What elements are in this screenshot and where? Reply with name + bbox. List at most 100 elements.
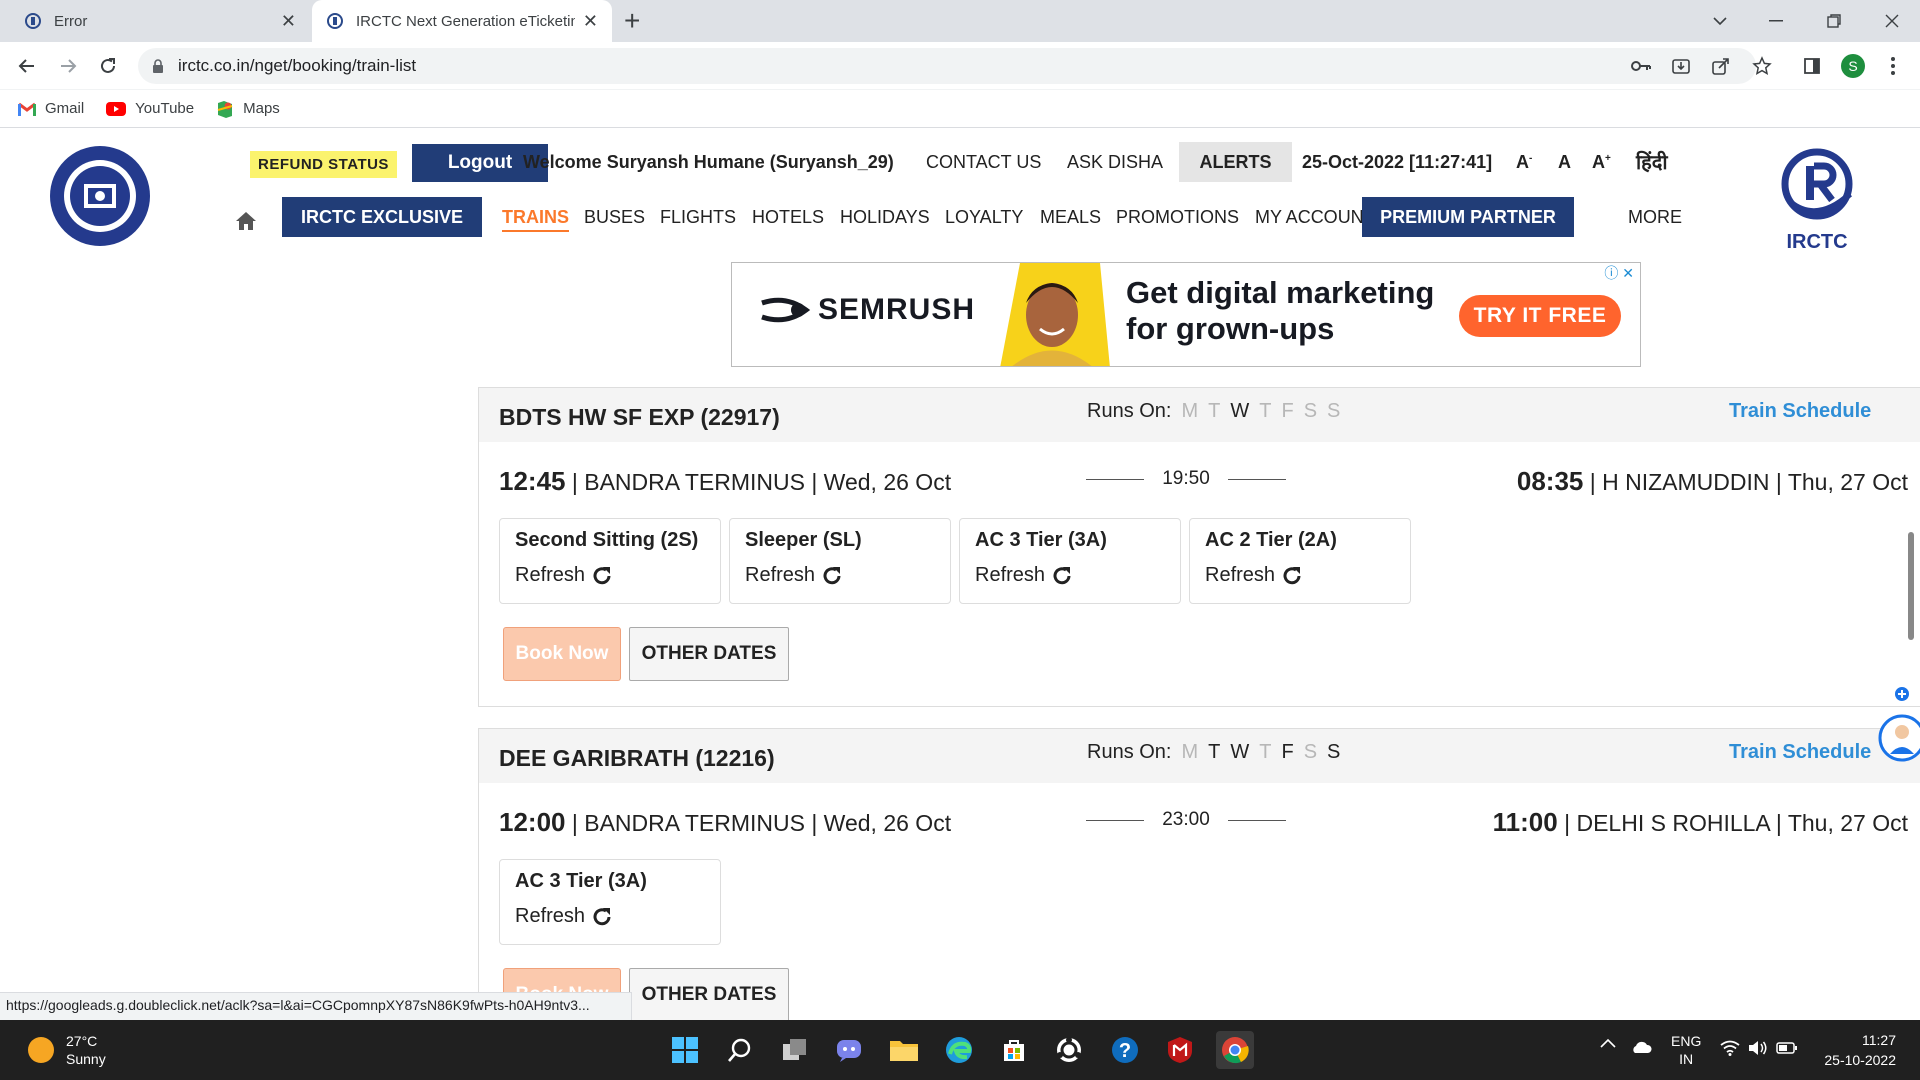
restore-icon[interactable] [1806, 0, 1862, 42]
other-dates-button[interactable]: OTHER DATES [629, 627, 789, 681]
nav-flights[interactable]: FLIGHTS [660, 207, 736, 228]
refund-status-button[interactable]: REFUND STATUS [250, 151, 397, 178]
refresh-button[interactable]: Refresh [1205, 564, 1395, 587]
nav-promotions[interactable]: PROMOTIONS [1116, 207, 1239, 228]
semrush-brand-text: SEMRUSH [818, 293, 976, 326]
search-icon[interactable] [721, 1031, 759, 1069]
bookmark-star-icon[interactable] [1747, 51, 1777, 81]
teams-chat-icon[interactable] [830, 1031, 868, 1069]
irctc-exclusive-button[interactable]: IRCTC EXCLUSIVE [282, 197, 482, 237]
battery-icon[interactable] [1776, 1041, 1798, 1055]
new-tab-plus-icon[interactable]: + [624, 6, 640, 36]
class-3a-card[interactable]: AC 3 Tier (3A) Refresh [499, 859, 721, 945]
microsoft-store-icon[interactable] [995, 1031, 1033, 1069]
side-panel-icon[interactable] [1797, 51, 1827, 81]
key-icon[interactable] [1626, 51, 1656, 81]
day-mon: M [1181, 741, 1199, 763]
current-datetime: 25-Oct-2022 [11:27:41] [1302, 152, 1493, 172]
day-tue: T [1208, 400, 1221, 422]
irctc-favicon-icon [25, 13, 41, 29]
kebab-menu-icon[interactable] [1878, 51, 1908, 81]
book-now-button[interactable]: Book Now [503, 627, 621, 681]
ad-slogan: Get digital marketing for grown-ups [1126, 275, 1434, 347]
close-window-icon[interactable] [1864, 0, 1920, 42]
refresh-button[interactable]: Refresh [515, 905, 705, 928]
help-icon[interactable]: ? [1106, 1031, 1144, 1069]
ubuntu-app-icon[interactable] [1050, 1031, 1088, 1069]
nav-hotels[interactable]: HOTELS [752, 207, 824, 228]
tab-close-icon[interactable]: ✕ [281, 11, 296, 32]
semrush-ad-banner[interactable]: SEMRUSH Get digital marketing for grown-… [731, 262, 1641, 367]
font-size-increase[interactable]: A+ [1592, 152, 1611, 173]
refresh-button[interactable]: Refresh [515, 564, 705, 587]
bookmark-maps[interactable]: Maps [216, 100, 280, 118]
language-indicator[interactable]: ENG IN [1671, 1032, 1701, 1068]
ask-disha-chatbot-icon[interactable] [1876, 686, 1920, 764]
forward-arrow-icon[interactable] [53, 51, 83, 81]
arrival-station: | H NIZAMUDDIN | Thu, 27 Oct [1583, 469, 1908, 495]
ask-disha-link[interactable]: ASK DISHA [1067, 152, 1163, 173]
nav-trains[interactable]: TRAINS [502, 207, 569, 232]
profile-avatar[interactable]: S [1838, 51, 1868, 81]
share-icon[interactable] [1706, 51, 1736, 81]
address-bar[interactable]: irctc.co.in/nget/booking/train-list [138, 48, 1756, 84]
minimize-icon[interactable] [1748, 0, 1804, 42]
edge-browser-icon[interactable] [940, 1031, 978, 1069]
tab-error[interactable]: Error ✕ [10, 0, 310, 42]
class-3a-card[interactable]: AC 3 Tier (3A) Refresh [959, 518, 1181, 604]
page-scrollbar-thumb[interactable] [1908, 532, 1914, 640]
class-sl-card[interactable]: Sleeper (SL) Refresh [729, 518, 951, 604]
indian-railways-logo[interactable] [48, 144, 152, 248]
other-dates-button[interactable]: OTHER DATES [629, 968, 789, 1020]
wifi-icon[interactable] [1720, 1040, 1740, 1056]
install-app-icon[interactable] [1666, 51, 1696, 81]
file-explorer-icon[interactable] [885, 1031, 923, 1069]
refresh-button[interactable]: Refresh [745, 564, 935, 587]
train-schedule-link[interactable]: Train Schedule [1729, 400, 1871, 423]
show-hidden-icons-chevron-icon[interactable] [1600, 1038, 1616, 1048]
weather-widget[interactable]: 27°C Sunny [28, 1032, 106, 1068]
departure-time: 12:45 [499, 466, 566, 496]
windows-start-icon[interactable] [666, 1031, 704, 1069]
onedrive-cloud-icon[interactable] [1630, 1040, 1652, 1054]
train-schedule-link[interactable]: Train Schedule [1729, 741, 1871, 764]
nav-more[interactable]: MORE [1628, 207, 1682, 228]
volume-icon[interactable] [1748, 1040, 1768, 1056]
tab-irctc[interactable]: IRCTC Next Generation eTicketing System … [312, 0, 612, 42]
tab-search-chevron-icon[interactable] [1692, 0, 1748, 42]
irctc-logo[interactable]: IRCTC [1770, 144, 1864, 254]
refresh-icon [593, 566, 611, 584]
font-size-decrease[interactable]: A- [1516, 152, 1532, 173]
alerts-button[interactable]: ALERTS [1179, 142, 1292, 182]
nav-loyalty[interactable]: LOYALTY [945, 207, 1023, 228]
try-it-free-button[interactable]: TRY IT FREE [1459, 295, 1621, 337]
refresh-button[interactable]: Refresh [975, 564, 1165, 587]
browser-tabstrip: Error ✕ IRCTC Next Generation eTicketing… [0, 0, 1920, 42]
duration-value: 23:00 [1162, 809, 1210, 830]
runs-on-label: Runs On: [1087, 400, 1172, 422]
chrome-taskbar-icon[interactable] [1216, 1031, 1254, 1069]
nav-buses[interactable]: BUSES [584, 207, 645, 228]
system-clock[interactable]: 11:27 25-10-2022 [1810, 1030, 1896, 1070]
reload-icon[interactable] [93, 51, 123, 81]
bookmark-youtube[interactable]: YouTube [106, 100, 194, 117]
hindi-language-link[interactable]: हिंदी [1636, 148, 1668, 175]
bookmark-gmail[interactable]: Gmail [18, 100, 84, 117]
font-size-normal[interactable]: A [1558, 152, 1571, 173]
nav-holidays[interactable]: HOLIDAYS [840, 207, 930, 228]
lock-icon [153, 58, 163, 73]
tab-title: IRCTC Next Generation eTicketing System [356, 12, 575, 30]
class-2a-card[interactable]: AC 2 Tier (2A) Refresh [1189, 518, 1411, 604]
back-arrow-icon[interactable] [12, 51, 42, 81]
premium-partner-button[interactable]: PREMIUM PARTNER [1362, 197, 1574, 237]
duration-value: 19:50 [1162, 468, 1210, 489]
nav-my-account[interactable]: MY ACCOUNT [1255, 207, 1375, 228]
nav-meals[interactable]: MEALS [1040, 207, 1101, 228]
tab-close-icon[interactable]: ✕ [583, 11, 598, 32]
class-2s-card[interactable]: Second Sitting (2S) Refresh [499, 518, 721, 604]
home-icon[interactable] [234, 210, 258, 232]
contact-us-link[interactable]: CONTACT US [926, 152, 1041, 173]
ad-choices-icon[interactable]: ⓘ ✕ [1604, 263, 1634, 283]
mcafee-icon[interactable] [1161, 1031, 1199, 1069]
task-view-icon[interactable] [776, 1031, 814, 1069]
